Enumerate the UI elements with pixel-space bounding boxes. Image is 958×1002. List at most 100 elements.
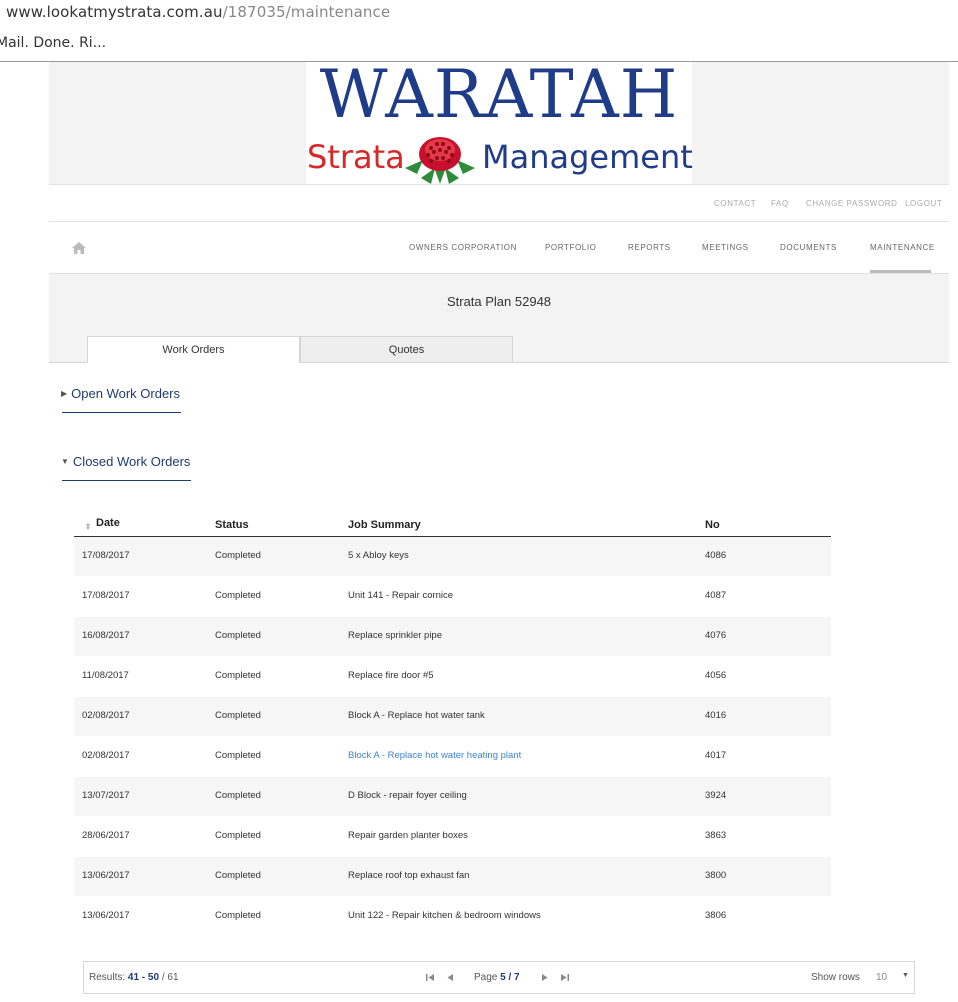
- change-password-link[interactable]: CHANGE PASSWORD: [806, 199, 898, 208]
- closed-section-rule: [62, 480, 191, 481]
- results-separator: /: [161, 972, 165, 983]
- nav-portfolio[interactable]: PORTFOLIO: [545, 243, 596, 252]
- cell-job-summary[interactable]: 5 x Abloy keys: [348, 550, 409, 561]
- cell-job-summary[interactable]: Block A - Replace hot water tank: [348, 710, 485, 721]
- nav-active-indicator: [870, 270, 931, 273]
- cell-no: 4017: [705, 750, 727, 761]
- cell-date: 13/06/2017: [82, 870, 130, 881]
- open-work-orders-toggle[interactable]: ▶ Open Work Orders: [61, 386, 180, 401]
- table-row[interactable]: 13/06/2017 Completed Unit 122 - Repair kit…: [74, 897, 831, 937]
- cell-status: Completed: [215, 670, 261, 681]
- logo-wordmark: WARATAH: [319, 56, 679, 133]
- col-job-summary[interactable]: Job Summary: [348, 519, 421, 531]
- waratah-flower-icon: [405, 137, 475, 184]
- rows-per-page-select[interactable]: 10 ▼: [873, 967, 913, 989]
- table-row[interactable]: 11/08/2017 Completed Replace fire door #5 4…: [74, 657, 831, 697]
- results-summary: Results: 41 - 50 / 61: [89, 972, 179, 983]
- header-logo-area: WARATAH Strata Management: [49, 56, 949, 184]
- col-status[interactable]: Status: [215, 519, 249, 531]
- cell-status: Completed: [215, 710, 261, 721]
- closed-work-orders-toggle[interactable]: ▼ Closed Work Orders: [61, 454, 190, 469]
- company-logo[interactable]: WARATAH Strata Management: [306, 56, 693, 184]
- table-body: 17/08/2017 Completed 5 x Abloy keys 4086 17/…: [74, 537, 831, 937]
- cell-job-summary[interactable]: Unit 122 - Repair kitchen & bedroom wind…: [348, 910, 541, 921]
- cell-status: Completed: [215, 630, 261, 641]
- results-label: Results:: [89, 972, 126, 983]
- cell-status: Completed: [215, 870, 261, 881]
- rows-per-page-label: Show rows: [811, 972, 860, 983]
- browser-tab-title[interactable]: Mail. Done. Ri...: [0, 35, 106, 51]
- cell-date: 13/07/2017: [82, 790, 130, 801]
- cell-status: Completed: [215, 750, 261, 761]
- tab-work-orders[interactable]: Work Orders: [87, 336, 300, 363]
- results-range: 41 - 50: [127, 972, 160, 983]
- nav-reports[interactable]: REPORTS: [628, 243, 671, 252]
- cell-no: 4087: [705, 590, 727, 601]
- cell-status: Completed: [215, 550, 261, 561]
- utility-nav: CONTACT FAQ CHANGE PASSWORD LOGOUT: [49, 184, 949, 222]
- faq-link[interactable]: FAQ: [771, 199, 789, 208]
- tab-bar: Work Orders Quotes: [49, 336, 949, 363]
- table-row[interactable]: 17/08/2017 Completed 5 x Abloy keys 4086: [74, 537, 831, 577]
- logout-link[interactable]: LOGOUT: [905, 199, 942, 208]
- cell-job-summary[interactable]: Replace roof top exhaust fan: [348, 870, 469, 881]
- last-page-icon[interactable]: [560, 973, 569, 982]
- cell-date: 02/08/2017: [82, 710, 130, 721]
- site-frame: WARATAH Strata Management CONTACT FAQ CH…: [49, 56, 949, 1002]
- cell-job-summary[interactable]: Replace fire door #5: [348, 670, 434, 681]
- cell-no: 3800: [705, 870, 727, 881]
- cell-no: 4016: [705, 710, 727, 721]
- closed-work-orders-label: Closed Work Orders: [72, 454, 191, 469]
- table-row[interactable]: 02/08/2017 Completed Block A - Replace hot…: [74, 737, 831, 777]
- url-path: /187035/maintenance: [222, 3, 391, 21]
- home-icon[interactable]: [72, 242, 86, 254]
- cell-status: Completed: [215, 910, 261, 921]
- cell-status: Completed: [215, 590, 261, 601]
- table-row[interactable]: 13/07/2017 Completed D Block - repair foye…: [74, 777, 831, 817]
- logo-management-text: Management: [482, 138, 693, 176]
- cell-job-summary[interactable]: Replace sprinkler pipe: [348, 630, 442, 641]
- nav-maintenance[interactable]: MAINTENANCE: [870, 243, 935, 252]
- cell-date: 17/08/2017: [82, 550, 130, 561]
- tab-content: ▶ Open Work Orders ▼ Closed Work Orders ▲ ▼…: [49, 363, 949, 1002]
- table-row[interactable]: 02/08/2017 Completed Block A - Replace hot…: [74, 697, 831, 737]
- cell-date: 13/06/2017: [82, 910, 130, 921]
- main-nav: OWNERS CORPORATION PORTFOLIO REPORTS MEE…: [49, 222, 949, 274]
- table-header: ▲ ▼ Date Status Job Summary No: [74, 513, 831, 537]
- table-row[interactable]: 17/08/2017 Completed Unit 141 - Repair cor…: [74, 577, 831, 617]
- next-page-icon[interactable]: [541, 973, 549, 982]
- cell-job-summary[interactable]: Block A - Replace hot water heating plan…: [348, 750, 521, 761]
- closed-work-orders-table: ▲ ▼ Date Status Job Summary No 17/08/2017…: [74, 513, 831, 937]
- nav-meetings[interactable]: MEETINGS: [702, 243, 749, 252]
- address-bar[interactable]: www.lookatmystrata.com.au/187035/mainten…: [0, 0, 958, 26]
- col-date[interactable]: Date: [96, 517, 120, 529]
- page-title: Strata Plan 52948: [446, 294, 552, 309]
- cell-job-summary[interactable]: D Block - repair foyer ceiling: [348, 790, 467, 801]
- tab-quotes[interactable]: Quotes: [300, 336, 513, 363]
- cell-job-summary[interactable]: Repair garden planter boxes: [348, 830, 468, 841]
- table-row[interactable]: 13/06/2017 Completed Replace roof top exha…: [74, 857, 831, 897]
- results-total: 61: [167, 972, 179, 983]
- first-page-icon[interactable]: [426, 973, 435, 982]
- contact-link[interactable]: CONTACT: [714, 199, 756, 208]
- caret-down-icon: ▼: [61, 457, 69, 466]
- url-text[interactable]: www.lookatmystrata.com.au/187035/mainten…: [6, 3, 390, 21]
- dropdown-arrow-icon: ▼: [902, 972, 909, 979]
- cell-no: 3924: [705, 790, 727, 801]
- prev-page-icon[interactable]: [446, 973, 454, 982]
- cell-job-summary[interactable]: Unit 141 - Repair cornice: [348, 590, 453, 601]
- sort-icon[interactable]: ▲ ▼: [85, 522, 91, 532]
- nav-documents[interactable]: DOCUMENTS: [780, 243, 837, 252]
- logo-strata-text: Strata: [307, 138, 405, 176]
- cell-date: 11/08/2017: [82, 670, 129, 681]
- open-section-rule: [62, 412, 181, 413]
- cell-date: 17/08/2017: [82, 590, 130, 601]
- col-no[interactable]: No: [705, 519, 720, 531]
- nav-owners-corporation[interactable]: OWNERS CORPORATION: [409, 243, 517, 252]
- open-work-orders-label: Open Work Orders: [71, 386, 181, 401]
- cell-no: 3863: [705, 830, 727, 841]
- table-row[interactable]: 28/06/2017 Completed Repair garden planter…: [74, 817, 831, 857]
- table-row[interactable]: 16/08/2017 Completed Replace sprinkler pip…: [74, 617, 831, 657]
- cell-date: 16/08/2017: [82, 630, 130, 641]
- cell-no: 4056: [705, 670, 727, 681]
